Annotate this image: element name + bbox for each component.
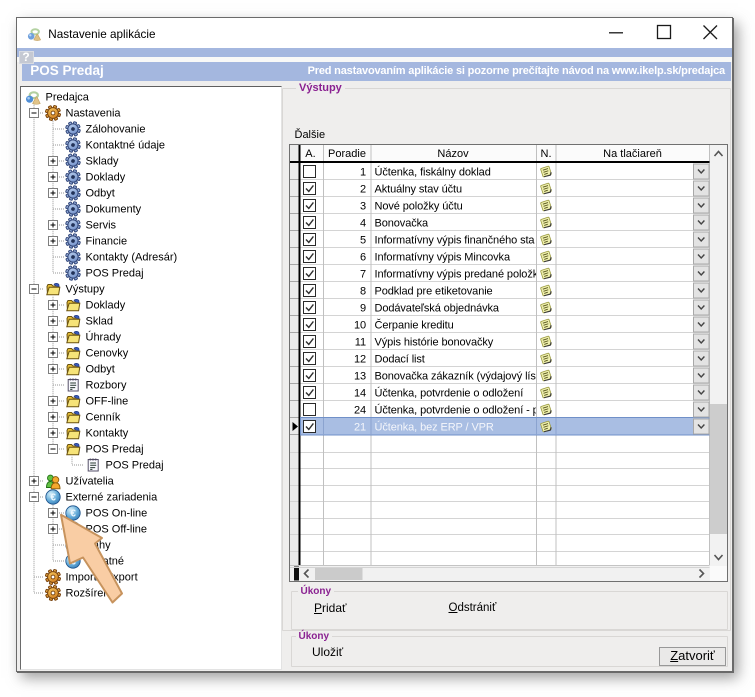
svg-text:9: 9 — [360, 303, 366, 315]
svg-text:5: 5 — [360, 235, 366, 247]
svg-text:Doklady: Doklady — [86, 172, 126, 184]
svg-text:Externé zariadenia: Externé zariadenia — [66, 492, 159, 504]
svg-text:Sklad: Sklad — [86, 316, 114, 328]
svg-text:Cenovky: Cenovky — [86, 348, 129, 360]
svg-text:Cenník: Cenník — [86, 412, 121, 424]
svg-text:Na tlačiareň: Na tlačiareň — [603, 148, 662, 160]
svg-text:4: 4 — [360, 218, 366, 230]
svg-text:Bonovačka zákazník (výdajový l: Bonovačka zákazník (výdajový lís — [375, 371, 537, 383]
svg-text:8: 8 — [360, 286, 366, 298]
svg-text:7: 7 — [360, 269, 366, 281]
svg-text:3: 3 — [360, 201, 366, 213]
svg-text:Doklady: Doklady — [86, 300, 126, 312]
svg-text:Účtenka, bez ERP / VPR: Účtenka, bez ERP / VPR — [375, 421, 494, 434]
svg-text:Čerpanie kreditu: Čerpanie kreditu — [375, 319, 454, 332]
svg-text:Bonovačka: Bonovačka — [375, 218, 430, 230]
svg-text:Poradie: Poradie — [328, 148, 366, 160]
svg-text:Dodávateľská objednávka: Dodávateľská objednávka — [375, 303, 500, 315]
svg-text:24: 24 — [354, 405, 366, 417]
svg-text:Výpis histórie bonovačky: Výpis histórie bonovačky — [375, 337, 494, 349]
svg-text:POS Predaj: POS Predaj — [86, 444, 144, 456]
svg-text:A.: A. — [305, 148, 315, 160]
svg-text:Informatívny výpis Mincovka: Informatívny výpis Mincovka — [375, 252, 511, 264]
svg-text:Podklad pre etiketovanie: Podklad pre etiketovanie — [375, 286, 493, 298]
svg-text:14: 14 — [354, 388, 366, 400]
svg-text:Účtenka, fiskálny doklad: Účtenka, fiskálny doklad — [375, 166, 491, 179]
svg-text:2: 2 — [360, 184, 366, 196]
svg-text:Odbyt: Odbyt — [86, 188, 115, 200]
svg-text:Servis: Servis — [86, 220, 117, 232]
svg-text:Kontaktné údaje: Kontaktné údaje — [86, 140, 166, 152]
svg-text:Zálohovanie: Zálohovanie — [86, 124, 146, 136]
svg-text:N.: N. — [541, 148, 552, 160]
svg-text:Odbyt: Odbyt — [86, 364, 115, 376]
svg-text:Účtenka, potvrdenie o odložení: Účtenka, potvrdenie o odložení - p — [375, 404, 539, 417]
svg-text:Výstupy: Výstupy — [66, 284, 106, 296]
svg-text:Informatívny výpis finančného: Informatívny výpis finančného sta — [375, 235, 536, 247]
svg-text:10: 10 — [354, 320, 366, 332]
svg-text:11: 11 — [355, 337, 366, 349]
svg-text:13: 13 — [354, 371, 366, 383]
svg-text:Úhrady: Úhrady — [86, 331, 122, 344]
svg-text:1: 1 — [360, 167, 366, 179]
svg-text:Názov: Názov — [437, 148, 469, 160]
svg-text:Dokumenty: Dokumenty — [86, 204, 142, 216]
svg-text:21: 21 — [354, 422, 366, 434]
svg-text:Rozbory: Rozbory — [86, 380, 127, 392]
svg-text:OFF-line: OFF-line — [86, 396, 129, 408]
svg-text:POS Predaj: POS Predaj — [86, 268, 144, 280]
svg-text:Dodací list: Dodací list — [375, 354, 425, 366]
svg-text:Predajca: Predajca — [46, 92, 90, 104]
svg-text:Kontakty (Adresár): Kontakty (Adresár) — [86, 252, 178, 264]
svg-text:Nastavenia: Nastavenia — [66, 108, 122, 120]
svg-text:Aktuálny stav účtu: Aktuálny stav účtu — [375, 184, 462, 196]
svg-text:Nové položky účtu: Nové položky účtu — [375, 201, 463, 213]
svg-text:Financie: Financie — [86, 236, 128, 248]
svg-text:Užívatelia: Užívatelia — [66, 476, 115, 488]
svg-text:Účtenka, potvrdenie o odložení: Účtenka, potvrdenie o odložení — [375, 387, 524, 400]
svg-text:Sklady: Sklady — [86, 156, 120, 168]
svg-text:6: 6 — [360, 252, 366, 264]
svg-text:Kontakty: Kontakty — [86, 428, 129, 440]
svg-text:POS Predaj: POS Predaj — [106, 460, 164, 472]
svg-text:Informatívny výpis predané pol: Informatívny výpis predané položk — [375, 269, 539, 281]
svg-text:12: 12 — [354, 354, 366, 366]
